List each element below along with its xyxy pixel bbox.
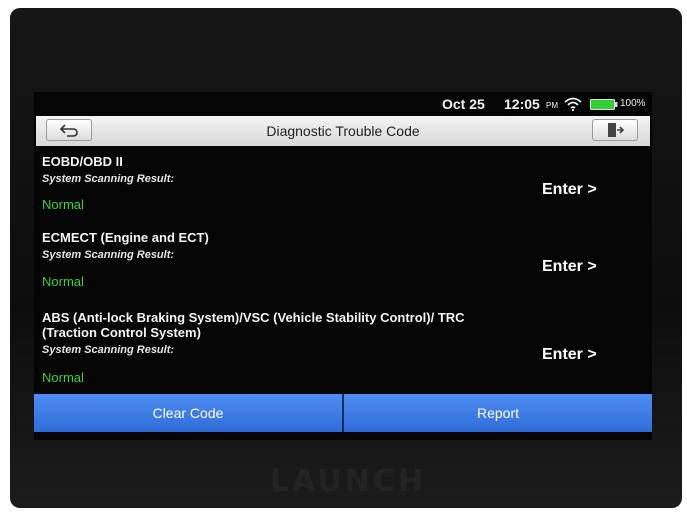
page-title: Diagnostic Trouble Code (266, 123, 420, 139)
device-screen: Oct 25 12:05 PM 100% Diagnostic Trouble … (34, 92, 652, 440)
enter-button-ecmect[interactable]: Enter > (542, 258, 597, 276)
enter-button-abs[interactable]: Enter > (542, 346, 597, 364)
system-name: ECMECT (Engine and ECT) (42, 230, 209, 245)
clear-code-button[interactable]: Clear Code (34, 394, 342, 432)
battery-level: 100% (620, 98, 646, 109)
brand-logo: LAUNCH (269, 464, 426, 499)
report-button[interactable]: Report (344, 394, 652, 432)
scan-result-label: System Scanning Result: (42, 344, 175, 356)
status-ampm: PM (546, 101, 558, 110)
status-bar: Oct 25 12:05 PM 100% (34, 92, 652, 114)
scan-result-status: Normal (42, 197, 84, 212)
wifi-icon (564, 97, 582, 111)
enter-button-eobd[interactable]: Enter > (542, 181, 597, 199)
bottom-action-bar: Clear Code Report (34, 394, 652, 432)
system-name: EOBD/OBD II (42, 154, 123, 169)
battery-icon (590, 99, 618, 110)
exit-icon (608, 123, 624, 137)
exit-button[interactable] (592, 119, 638, 141)
scan-result-label: System Scanning Result: (42, 173, 175, 185)
photo-background: LAUNCH Oct 25 12:05 PM 100% Diagnostic T… (0, 0, 687, 513)
system-name: ABS (Anti-lock Braking System)/VSC (Vehi… (42, 310, 465, 340)
title-bar: Diagnostic Trouble Code (36, 116, 650, 146)
status-time: 12:05 (504, 96, 540, 112)
scan-result-label: System Scanning Result: (42, 249, 175, 261)
scan-result-status: Normal (42, 370, 84, 385)
scan-result-status: Normal (42, 274, 84, 289)
status-date: Oct 25 (442, 96, 485, 112)
